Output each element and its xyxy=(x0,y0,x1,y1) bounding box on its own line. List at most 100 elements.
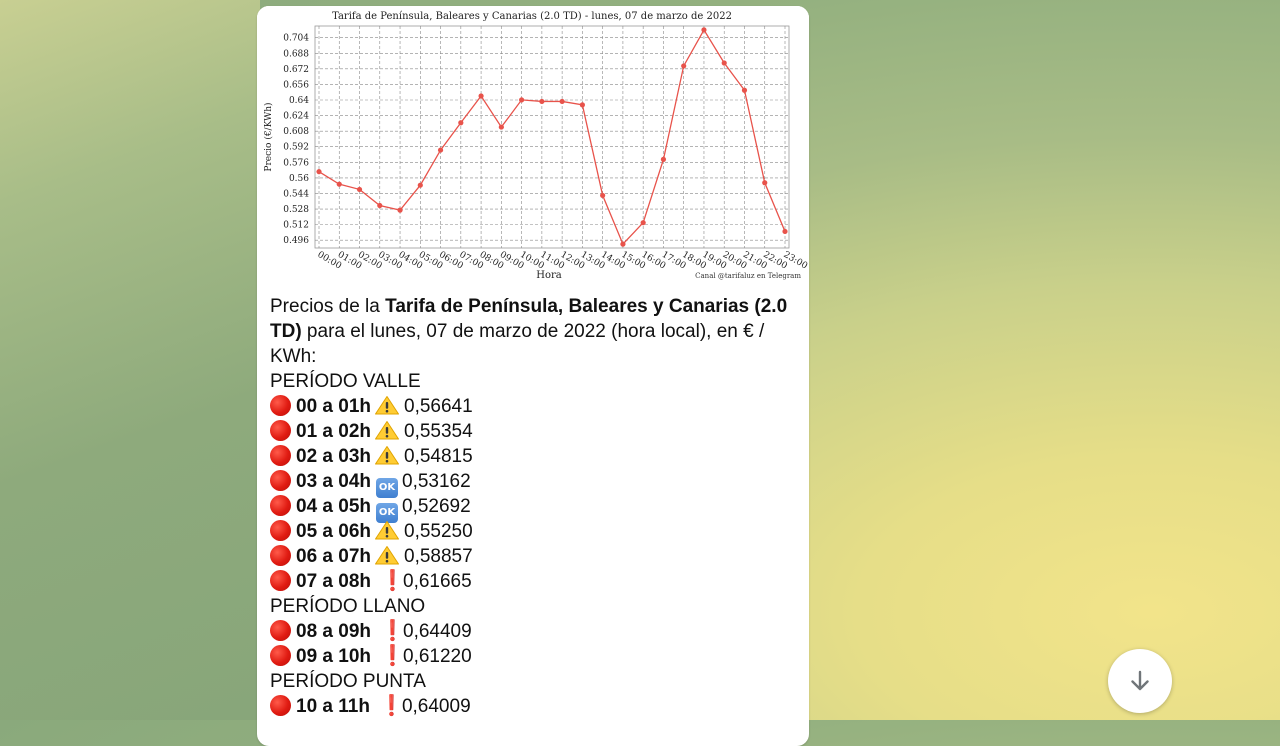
hour-range: 07 a 08h xyxy=(296,571,371,592)
price-point xyxy=(498,124,504,130)
price-row: 06 a 07h 0,58857 xyxy=(270,544,800,569)
price-value: 0,61665 xyxy=(403,571,472,592)
rows-llano: 08 a 09h ❗0,64409 09 a 10h ❗0,61220 xyxy=(270,619,800,669)
price-row: 07 a 08h ❗0,61665 xyxy=(270,569,800,594)
price-point xyxy=(478,93,484,99)
warning-icon xyxy=(375,396,399,415)
y-tick-label: 0.688 xyxy=(283,49,309,59)
y-tick-label: 0.576 xyxy=(283,158,309,168)
hour-range: 06 a 07h xyxy=(296,546,371,567)
price-point xyxy=(539,98,545,105)
red-circle-icon xyxy=(270,620,291,641)
message-caption: Precios de la Tarifa de Península, Balea… xyxy=(270,294,800,719)
hour-range: 03 a 04h xyxy=(296,471,371,492)
price-point xyxy=(437,147,444,153)
price-value: 0,64009 xyxy=(401,696,471,717)
red-circle-icon xyxy=(270,420,291,441)
price-point xyxy=(397,207,403,213)
price-point xyxy=(356,186,363,193)
y-tick-label: 0.608 xyxy=(283,127,309,137)
red-circle-icon xyxy=(270,470,291,491)
x-axis-label: Hora xyxy=(536,270,562,281)
red-circle-icon xyxy=(270,495,291,516)
price-point xyxy=(600,192,606,199)
price-point xyxy=(458,120,464,126)
y-tick-label: 0.64 xyxy=(289,96,309,106)
caption-intro: Precios de la Tarifa de Península, Balea… xyxy=(270,294,800,369)
y-tick-label: 0.672 xyxy=(283,65,309,75)
price-point xyxy=(741,87,748,93)
exclamation-icon: ❗ xyxy=(378,695,404,717)
price-point xyxy=(701,27,707,33)
warning-icon xyxy=(375,446,399,465)
hour-range: 02 a 03h xyxy=(296,446,371,467)
price-value: 0,55250 xyxy=(404,521,473,542)
price-point xyxy=(620,241,626,247)
price-value: 0,53162 xyxy=(402,471,471,492)
period-valle-heading: PERÍODO VALLE xyxy=(270,371,421,392)
price-row: 03 a 04h OK 0,53162 xyxy=(270,469,800,498)
price-chart-image[interactable]: Tarifa de Península, Baleares y Canarias… xyxy=(257,6,809,288)
warning-icon xyxy=(375,421,399,440)
arrow-down-icon xyxy=(1131,670,1149,691)
price-point xyxy=(377,202,383,209)
price-point xyxy=(681,63,687,69)
period-punta-heading: PERÍODO PUNTA xyxy=(270,671,426,692)
y-tick-label: 0.56 xyxy=(289,174,309,184)
y-tick-label: 0.544 xyxy=(283,189,309,199)
hour-range: 01 a 02h xyxy=(296,421,371,442)
price-value: 0,64409 xyxy=(403,621,472,642)
intro-prefix: Precios de la xyxy=(270,296,386,317)
plot-area xyxy=(314,25,790,249)
scroll-down-button[interactable] xyxy=(1108,649,1172,713)
price-row: 08 a 09h ❗0,64409 xyxy=(270,619,800,644)
y-tick-label: 0.592 xyxy=(283,143,309,153)
price-value: 0,55354 xyxy=(404,421,473,442)
y-tick-label: 0.528 xyxy=(283,205,309,215)
price-row: 10 a 11h ❗0,64009 xyxy=(270,694,800,719)
red-circle-icon xyxy=(270,645,291,666)
price-point xyxy=(762,180,768,186)
price-point xyxy=(782,228,788,235)
price-point xyxy=(316,169,322,175)
chart-watermark: Canal @tarifaluz en Telegram xyxy=(695,272,801,280)
price-row: 02 a 03h 0,54815 xyxy=(270,444,800,469)
price-point xyxy=(660,156,667,162)
red-circle-icon xyxy=(270,395,291,416)
exclamation-icon: ❗ xyxy=(380,645,405,667)
y-axis-label: Precio (€/KWh) xyxy=(263,102,274,171)
price-point xyxy=(336,181,342,187)
hour-range: 00 a 01h xyxy=(296,396,371,417)
price-value: 0,56641 xyxy=(404,396,473,417)
channel-message: Tarifa de Península, Baleares y Canarias… xyxy=(257,6,809,746)
intro-tariff-name: Tarifa de Península, Baleares y Canarias xyxy=(385,296,750,317)
price-row: 04 a 05h OK 0,52692 xyxy=(270,494,800,523)
price-point xyxy=(640,220,646,226)
y-tick-label: 0.496 xyxy=(283,236,309,246)
hour-range: 10 a 11h xyxy=(296,696,370,717)
y-tick-label: 0.624 xyxy=(283,112,309,122)
red-circle-icon xyxy=(270,695,291,716)
red-circle-icon xyxy=(270,545,291,566)
y-tick-label: 0.512 xyxy=(283,221,309,231)
hour-range: 09 a 10h xyxy=(296,646,371,667)
price-value: 0,58857 xyxy=(404,546,473,567)
price-point xyxy=(579,102,585,108)
price-row: 01 a 02h 0,55354 xyxy=(270,419,800,444)
price-chart: Tarifa de Península, Baleares y Canarias… xyxy=(257,6,809,288)
hour-range: 04 a 05h xyxy=(296,496,371,517)
price-value: 0,52692 xyxy=(402,496,471,517)
red-circle-icon xyxy=(270,445,291,466)
price-row: 05 a 06h 0,55250 xyxy=(270,519,800,544)
red-circle-icon xyxy=(270,520,291,541)
price-row: 09 a 10h ❗0,61220 xyxy=(270,644,800,669)
warning-icon xyxy=(375,546,399,565)
warning-icon xyxy=(375,521,399,540)
red-circle-icon xyxy=(270,570,291,591)
price-point xyxy=(559,98,565,105)
intro-suffix: para el lunes, 07 de marzo de 2022 (hora… xyxy=(270,321,765,367)
rows-valle: 00 a 01h 0,56641 01 a 02h 0,55354 02 a 03h 0,… xyxy=(270,394,800,594)
hour-range: 05 a 06h xyxy=(296,521,371,542)
y-tick-label: 0.656 xyxy=(283,80,309,90)
period-llano-heading: PERÍODO LLANO xyxy=(270,596,426,617)
